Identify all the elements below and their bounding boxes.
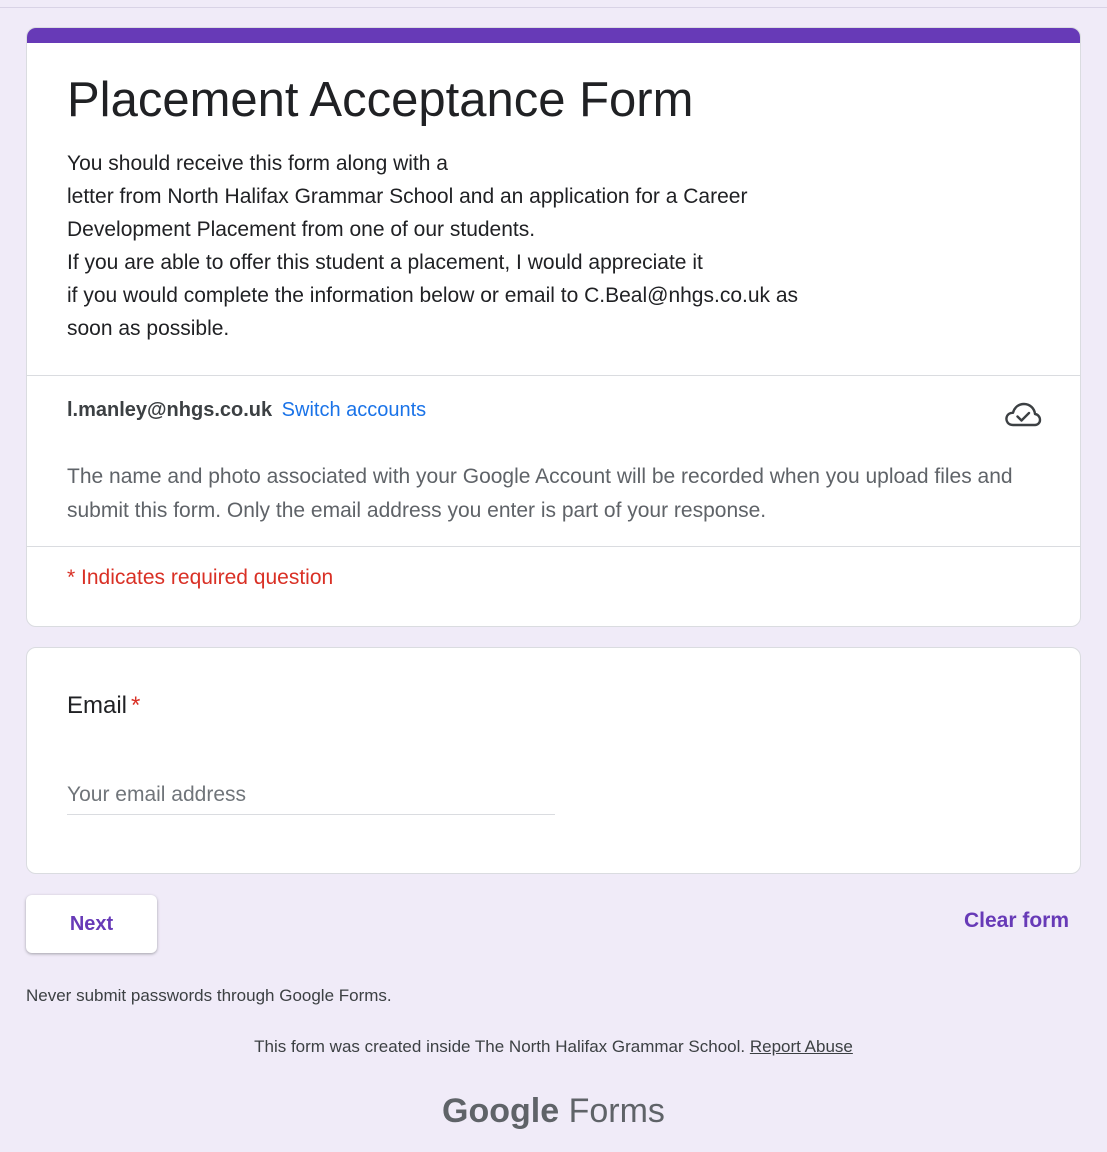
password-warning: Never submit passwords through Google Fo… [26,986,392,1005]
description-line: Development Placement from one of our st… [67,218,536,241]
top-edge [0,0,1107,8]
created-inside-line: This form was created inside The North H… [0,1037,1107,1057]
description-line: letter from North Halifax Grammar School… [67,185,748,208]
next-button[interactable]: Next [26,895,157,953]
question-label: Email [67,692,128,719]
email-question-card: Email * [26,647,1081,874]
required-note: * Indicates required question [67,566,334,589]
description-line: soon as possible. [67,317,230,340]
description-line: If you are able to offer this student a … [67,251,703,274]
switch-accounts-link[interactable]: Switch accounts [282,399,427,421]
clear-form-button[interactable]: Clear form [964,909,1069,933]
logo-forms-text: Forms [568,1092,665,1130]
question-title: Email * [67,692,140,720]
account-email: l.manley@nhgs.co.uk [67,399,273,421]
description-line: You should receive this form along with … [67,152,448,175]
created-text: This form was created inside The North H… [254,1037,746,1056]
account-notice: The name and photo associated with your … [67,465,1013,522]
google-forms-logo[interactable]: Google Forms [0,1092,1107,1131]
report-abuse-link[interactable]: Report Abuse [750,1037,853,1056]
account-row: l.manley@nhgs.co.uk Switch accounts [67,396,426,424]
required-asterisk: * [131,692,141,719]
form-title: Placement Acceptance Form [67,73,694,127]
logo-google-text: Google [442,1092,560,1130]
description-line: if you would complete the information be… [67,284,799,307]
form-header-card: Placement Acceptance Form You should rec… [26,27,1081,627]
cloud-check-icon [1004,400,1042,430]
accent-bar [27,28,1080,43]
divider [27,375,1080,376]
form-description: You should receive this form along with … [67,147,957,345]
divider [27,546,1080,547]
email-input[interactable] [67,776,555,815]
